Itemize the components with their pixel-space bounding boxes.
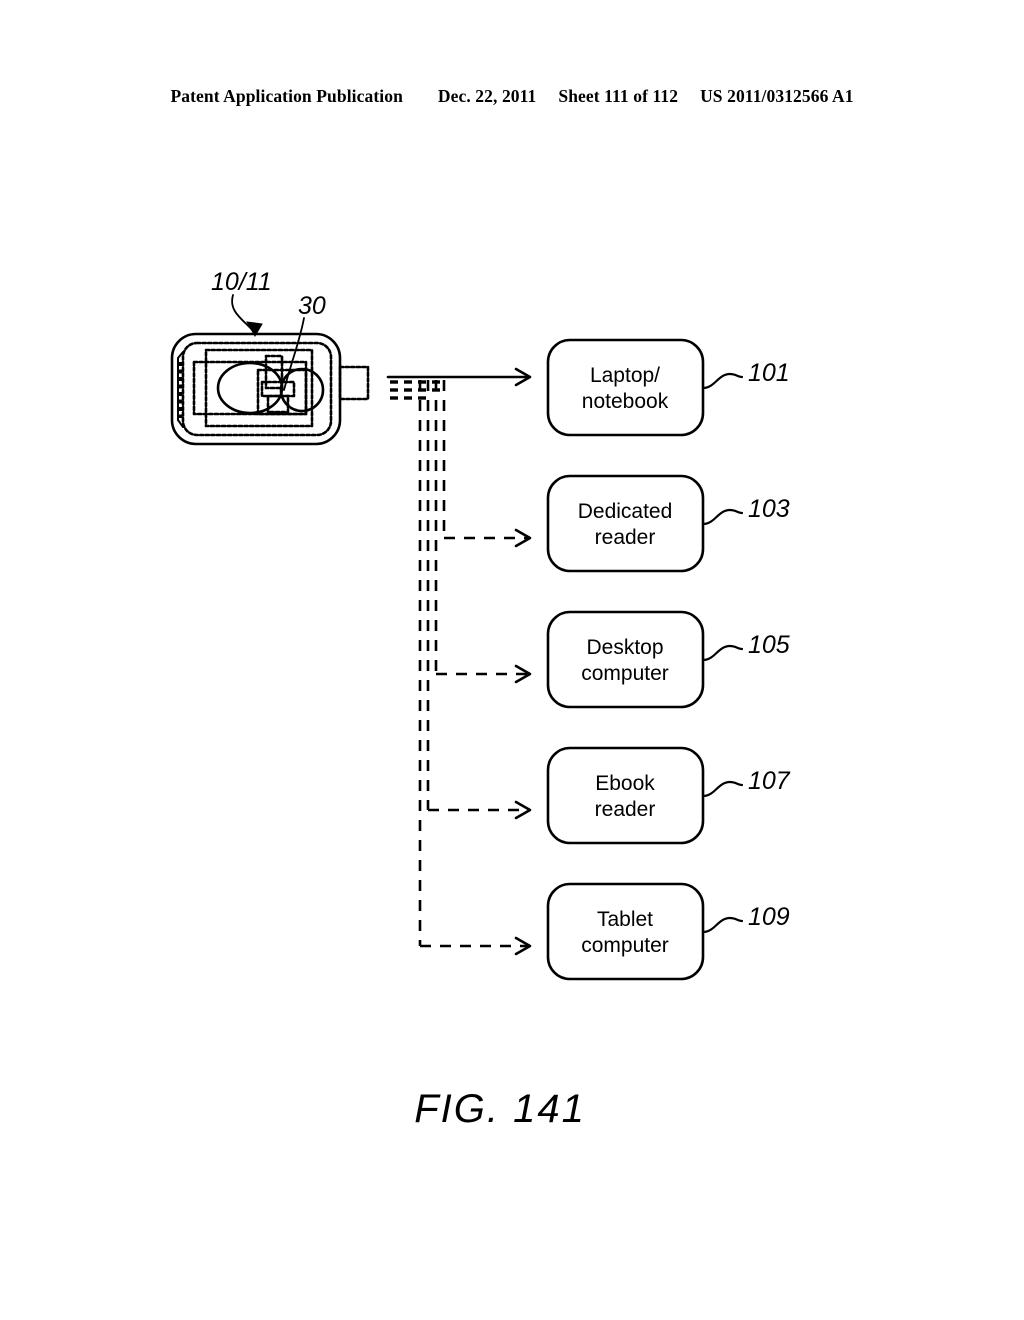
ref-leader-105 [701,644,744,662]
box-label-line2: reader [595,526,656,549]
box-outline[interactable] [546,882,705,981]
target-box-desktop-computer[interactable]: Desktop computer 105 [546,610,790,709]
target-box-ebook-reader[interactable]: Ebook reader 107 [546,746,791,845]
box-label-line2: reader [595,798,656,821]
box-outline[interactable] [546,474,705,573]
device-ref-10-11: 10/11 [211,268,272,296]
box-label-line1: Ebook [595,772,655,795]
ref-leader-109 [701,916,744,934]
box-label-line1: Dedicated [578,500,673,523]
ref-leader-103 [701,508,744,526]
box-label-line1: Tablet [597,908,653,931]
ref-number-107: 107 [748,767,791,795]
target-box-tablet-computer[interactable]: Tablet computer 109 [546,882,790,981]
ref-number-103: 103 [748,495,790,523]
box-label-line2: notebook [582,390,669,413]
ref-number-105: 105 [748,631,790,659]
box-label-line2: computer [581,934,669,957]
connector-to-dedicated-reader [442,380,532,548]
figure-caption: FIG. 141 [414,1087,586,1131]
device-ref-30: 30 [298,292,326,320]
figure-141-drawing: 10/11 30 Laptop/ notebook 101 Dedicated … [0,0,1024,1320]
ref-number-109: 109 [748,903,790,931]
leader-line-30 [283,317,305,391]
target-box-dedicated-reader[interactable]: Dedicated reader 103 [546,474,790,573]
box-outline[interactable] [546,610,705,709]
ref-number-101: 101 [748,359,790,387]
wireless-signal-icon [390,380,440,400]
ref-leader-101 [701,372,744,390]
device-connector-tab [338,365,370,401]
target-box-laptop-notebook[interactable]: Laptop/ notebook 101 [546,338,790,437]
box-outline[interactable] [546,338,705,437]
box-label-line1: Laptop/ [590,364,660,387]
device-illustration: 10/11 30 [170,268,370,446]
box-label-line1: Desktop [586,636,663,659]
ref-leader-107 [701,780,744,798]
box-label-line2: computer [581,662,669,685]
box-outline[interactable] [546,746,705,845]
